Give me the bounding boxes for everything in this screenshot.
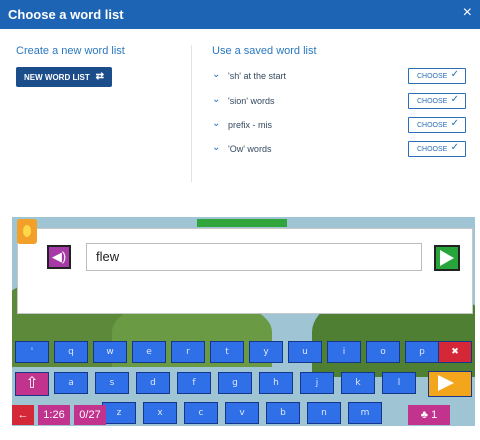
key-apostrophe[interactable]: '	[15, 341, 49, 363]
divider	[191, 45, 192, 182]
list-edit-icon: ⇄	[95, 71, 104, 82]
shift-key[interactable]: ⇧	[15, 372, 49, 396]
word-panel: ◀) flew	[17, 228, 473, 314]
key-h[interactable]: h	[259, 372, 293, 394]
key-i[interactable]: i	[327, 341, 361, 363]
score-counter: ♣ 1	[408, 405, 450, 425]
saved-list-name: 'sion' words	[228, 96, 275, 106]
key-p[interactable]: p	[405, 341, 439, 363]
trophy-icon: ♣	[420, 409, 432, 421]
choose-button[interactable]: CHOOSE ✓	[408, 68, 466, 84]
progress-counter: 0/27	[74, 405, 106, 425]
key-o[interactable]: o	[366, 341, 400, 363]
game-area: ◀) flew ' q w e r t y u i o p a s d f g h j k l z x c v b n m ⇧ ✖ …	[12, 217, 475, 426]
timer: 1:26	[38, 405, 70, 425]
key-y[interactable]: y	[249, 341, 283, 363]
key-r[interactable]: r	[171, 341, 205, 363]
enter-key[interactable]	[428, 371, 472, 397]
saved-list-item: ⌄ 'sion' words CHOOSE ✓	[212, 93, 466, 111]
exit-button[interactable]: ←	[12, 405, 34, 425]
key-m[interactable]: m	[348, 402, 382, 424]
key-a[interactable]: a	[54, 372, 88, 394]
coin-icon	[23, 225, 31, 237]
dialog-title: Choose a word list	[8, 7, 124, 22]
choose-button[interactable]: CHOOSE ✓	[408, 93, 466, 109]
dialog-header: Choose a word list ×	[0, 0, 480, 29]
saved-list-name: 'Ow' words	[228, 144, 272, 154]
saved-list-name: prefix - mis	[228, 120, 273, 130]
key-u[interactable]: u	[288, 341, 322, 363]
key-q[interactable]: q	[54, 341, 88, 363]
speaker-button[interactable]: ◀)	[47, 245, 71, 269]
key-b[interactable]: b	[266, 402, 300, 424]
key-v[interactable]: v	[225, 402, 259, 424]
check-icon: ✓	[450, 94, 459, 105]
saved-heading: Use a saved word list	[212, 45, 317, 57]
backspace-key[interactable]: ✖	[438, 341, 472, 363]
chevron-down-icon[interactable]: ⌄	[212, 118, 220, 129]
choose-button[interactable]: CHOOSE ✓	[408, 117, 466, 133]
key-g[interactable]: g	[218, 372, 252, 394]
key-f[interactable]: f	[177, 372, 211, 394]
new-word-list-button[interactable]: NEW WORD LIST ⇄	[16, 67, 112, 87]
key-c[interactable]: c	[184, 402, 218, 424]
key-d[interactable]: d	[136, 372, 170, 394]
choose-label: CHOOSE	[417, 73, 448, 80]
word-input[interactable]: flew	[86, 243, 422, 271]
submit-button[interactable]	[434, 245, 460, 271]
speaker-icon: ◀)	[51, 249, 67, 264]
choose-label: CHOOSE	[417, 146, 448, 153]
create-heading: Create a new word list	[16, 45, 125, 57]
coin-sign	[17, 219, 37, 244]
chevron-down-icon[interactable]: ⌄	[212, 94, 220, 105]
key-k[interactable]: k	[341, 372, 375, 394]
arrow-left-icon: ←	[17, 409, 29, 421]
send-arrow-icon	[440, 250, 454, 266]
saved-list-name: 'sh' at the start	[228, 71, 286, 81]
key-z[interactable]: z	[102, 402, 136, 424]
key-n[interactable]: n	[307, 402, 341, 424]
backspace-icon: ✖	[451, 347, 459, 357]
key-w[interactable]: w	[93, 341, 127, 363]
saved-list-item: ⌄ 'Ow' words CHOOSE ✓	[212, 141, 466, 159]
send-arrow-icon	[438, 375, 454, 391]
key-e[interactable]: e	[132, 341, 166, 363]
choose-button[interactable]: CHOOSE ✓	[408, 141, 466, 157]
key-j[interactable]: j	[300, 372, 334, 394]
check-icon: ✓	[450, 69, 459, 80]
check-icon: ✓	[450, 142, 459, 153]
saved-list-item: ⌄ prefix - mis CHOOSE ✓	[212, 117, 466, 135]
key-t[interactable]: t	[210, 341, 244, 363]
key-l[interactable]: l	[382, 372, 416, 394]
game-banner	[197, 219, 287, 227]
key-s[interactable]: s	[95, 372, 129, 394]
score-value: 1	[431, 409, 438, 421]
arrow-up-icon: ⇧	[25, 373, 39, 392]
choose-label: CHOOSE	[417, 98, 448, 105]
chevron-down-icon[interactable]: ⌄	[212, 142, 220, 153]
saved-list-item: ⌄ 'sh' at the start CHOOSE ✓	[212, 68, 466, 86]
close-icon[interactable]: ×	[463, 5, 472, 21]
key-x[interactable]: x	[143, 402, 177, 424]
chevron-down-icon[interactable]: ⌄	[212, 69, 220, 80]
new-word-list-label: NEW WORD LIST	[24, 73, 90, 82]
check-icon: ✓	[450, 118, 459, 129]
choose-label: CHOOSE	[417, 122, 448, 129]
